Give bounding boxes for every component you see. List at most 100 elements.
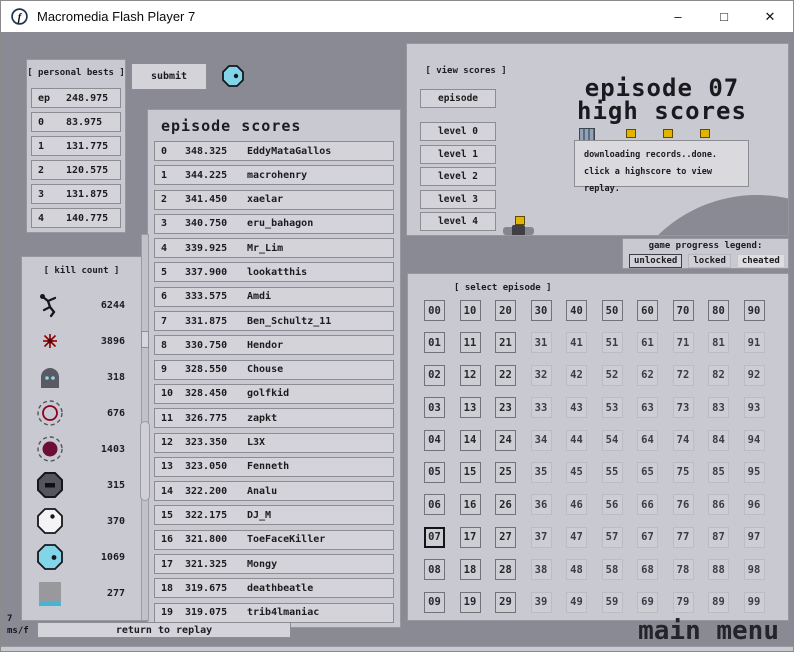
episode-cell-77[interactable]: 77: [673, 527, 694, 548]
episode-cell-61[interactable]: 61: [637, 332, 658, 353]
scrollbar-grip[interactable]: [140, 421, 150, 501]
episode-cell-22[interactable]: 22: [495, 365, 516, 386]
episode-cell-37[interactable]: 37: [531, 527, 552, 548]
episode-cell-02[interactable]: 02: [424, 365, 445, 386]
episode-cell-52[interactable]: 52: [602, 365, 623, 386]
episode-cell-23[interactable]: 23: [495, 397, 516, 418]
main-menu-button[interactable]: main menu: [638, 616, 779, 646]
highscore-row[interactable]: 7331.875Ben_Schultz_11: [154, 311, 394, 331]
episode-cell-47[interactable]: 47: [566, 527, 587, 548]
highscore-row[interactable]: 8330.750Hendor: [154, 335, 394, 355]
highscore-row[interactable]: 0348.325EddyMataGallos: [154, 141, 394, 161]
episode-cell-63[interactable]: 63: [637, 397, 658, 418]
episode-cell-05[interactable]: 05: [424, 462, 445, 483]
highscore-row[interactable]: 4339.925Mr_Lim: [154, 238, 394, 258]
view-scores-button-level-0[interactable]: level 0: [420, 122, 496, 141]
maximize-button[interactable]: □: [701, 1, 747, 32]
episode-cell-55[interactable]: 55: [602, 462, 623, 483]
episode-cell-66[interactable]: 66: [637, 494, 658, 515]
episode-cell-74[interactable]: 74: [673, 430, 694, 451]
highscore-row[interactable]: 10328.450golfkid: [154, 384, 394, 404]
highscore-row[interactable]: 11326.775zapkt: [154, 408, 394, 428]
episode-cell-93[interactable]: 93: [744, 397, 765, 418]
episode-cell-85[interactable]: 85: [708, 462, 729, 483]
view-scores-button-level-2[interactable]: level 2: [420, 167, 496, 186]
close-button[interactable]: ✕: [747, 1, 793, 32]
highscore-row[interactable]: 18319.675deathbeatle: [154, 578, 394, 598]
episode-cell-20[interactable]: 20: [495, 300, 516, 321]
highscore-row[interactable]: 12323.350L3X: [154, 433, 394, 453]
episode-cell-79[interactable]: 79: [673, 592, 694, 613]
episode-cell-73[interactable]: 73: [673, 397, 694, 418]
highscore-row[interactable]: 14322.200Analu: [154, 481, 394, 501]
episode-cell-90[interactable]: 90: [744, 300, 765, 321]
episode-cell-06[interactable]: 06: [424, 494, 445, 515]
episode-cell-96[interactable]: 96: [744, 494, 765, 515]
episode-cell-69[interactable]: 69: [637, 592, 658, 613]
episode-cell-75[interactable]: 75: [673, 462, 694, 483]
episode-cell-03[interactable]: 03: [424, 397, 445, 418]
episode-cell-36[interactable]: 36: [531, 494, 552, 515]
episode-cell-58[interactable]: 58: [602, 559, 623, 580]
highscore-row[interactable]: 17321.325Mongy: [154, 554, 394, 574]
episode-cell-10[interactable]: 10: [460, 300, 481, 321]
highscore-row[interactable]: 19319.075trib4lmaniac: [154, 603, 394, 623]
episode-cell-12[interactable]: 12: [460, 365, 481, 386]
return-to-replay-button[interactable]: return to replay: [37, 622, 291, 638]
episode-cell-50[interactable]: 50: [602, 300, 623, 321]
highscore-row[interactable]: 1344.225macrohenry: [154, 165, 394, 185]
episode-cell-30[interactable]: 30: [531, 300, 552, 321]
episode-cell-33[interactable]: 33: [531, 397, 552, 418]
episode-cell-86[interactable]: 86: [708, 494, 729, 515]
highscore-row[interactable]: 9328.550Chouse: [154, 360, 394, 380]
highscore-row[interactable]: 5337.900lookatthis: [154, 262, 394, 282]
highscore-row[interactable]: 16321.800ToeFaceKiller: [154, 530, 394, 550]
episode-cell-28[interactable]: 28: [495, 559, 516, 580]
episode-cell-25[interactable]: 25: [495, 462, 516, 483]
minimize-button[interactable]: –: [655, 1, 701, 32]
episode-cell-09[interactable]: 09: [424, 592, 445, 613]
episode-cell-46[interactable]: 46: [566, 494, 587, 515]
episode-cell-34[interactable]: 34: [531, 430, 552, 451]
episode-cell-70[interactable]: 70: [673, 300, 694, 321]
episode-cell-98[interactable]: 98: [744, 559, 765, 580]
episode-cell-78[interactable]: 78: [673, 559, 694, 580]
episode-cell-68[interactable]: 68: [637, 559, 658, 580]
episode-cell-18[interactable]: 18: [460, 559, 481, 580]
episode-cell-44[interactable]: 44: [566, 430, 587, 451]
highscore-row[interactable]: 15322.175DJ_M: [154, 505, 394, 525]
episode-cell-67[interactable]: 67: [637, 527, 658, 548]
episode-cell-15[interactable]: 15: [460, 462, 481, 483]
submit-button[interactable]: submit: [131, 63, 207, 90]
episode-cell-64[interactable]: 64: [637, 430, 658, 451]
episode-cell-72[interactable]: 72: [673, 365, 694, 386]
episode-cell-32[interactable]: 32: [531, 365, 552, 386]
view-scores-button-episode[interactable]: episode: [420, 89, 496, 108]
episode-cell-91[interactable]: 91: [744, 332, 765, 353]
episode-cell-00[interactable]: 00: [424, 300, 445, 321]
episode-cell-42[interactable]: 42: [566, 365, 587, 386]
episode-cell-08[interactable]: 08: [424, 559, 445, 580]
episode-cell-35[interactable]: 35: [531, 462, 552, 483]
episode-cell-56[interactable]: 56: [602, 494, 623, 515]
episode-cell-39[interactable]: 39: [531, 592, 552, 613]
highscore-row[interactable]: 13323.050Fenneth: [154, 457, 394, 477]
episode-cell-49[interactable]: 49: [566, 592, 587, 613]
episode-cell-11[interactable]: 11: [460, 332, 481, 353]
highscore-row[interactable]: 2341.450xaelar: [154, 190, 394, 210]
episode-cell-84[interactable]: 84: [708, 430, 729, 451]
episode-cell-87[interactable]: 87: [708, 527, 729, 548]
episode-cell-16[interactable]: 16: [460, 494, 481, 515]
episode-cell-92[interactable]: 92: [744, 365, 765, 386]
episode-cell-95[interactable]: 95: [744, 462, 765, 483]
highscore-row[interactable]: 3340.750eru_bahagon: [154, 214, 394, 234]
highscore-row[interactable]: 6333.575Amdi: [154, 287, 394, 307]
episode-cell-04[interactable]: 04: [424, 430, 445, 451]
episode-cell-31[interactable]: 31: [531, 332, 552, 353]
episode-cell-41[interactable]: 41: [566, 332, 587, 353]
episode-cell-99[interactable]: 99: [744, 592, 765, 613]
episode-cell-76[interactable]: 76: [673, 494, 694, 515]
episode-cell-51[interactable]: 51: [602, 332, 623, 353]
view-scores-button-level-1[interactable]: level 1: [420, 145, 496, 164]
episode-cell-81[interactable]: 81: [708, 332, 729, 353]
